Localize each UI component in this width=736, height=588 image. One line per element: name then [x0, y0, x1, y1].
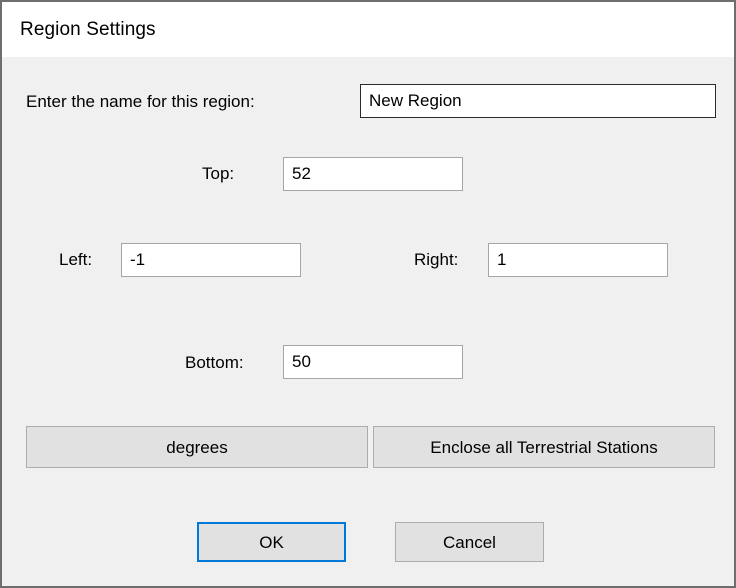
top-input[interactable]	[283, 157, 463, 191]
top-label: Top:	[202, 164, 235, 183]
window-title: Region Settings	[20, 18, 156, 40]
title-bar: Region Settings	[2, 2, 734, 57]
cancel-button[interactable]: Cancel	[395, 522, 544, 562]
right-label: Right:	[414, 250, 459, 269]
enclose-all-terrestrial-stations-button[interactable]: Enclose all Terrestrial Stations	[373, 426, 715, 468]
region-name-input[interactable]	[360, 84, 716, 118]
bottom-label: Bottom:	[185, 353, 244, 372]
region-settings-dialog: Region Settings Enter the name for this …	[0, 0, 736, 588]
ok-button[interactable]: OK	[197, 522, 346, 562]
left-label: Left:	[59, 250, 93, 269]
region-name-label: Enter the name for this region:	[26, 92, 255, 111]
left-input[interactable]	[121, 243, 301, 277]
dialog-body: Enter the name for this region: Top: Lef…	[2, 57, 734, 586]
units-degrees-button[interactable]: degrees	[26, 426, 368, 468]
right-input[interactable]	[488, 243, 668, 277]
bottom-input[interactable]	[283, 345, 463, 379]
